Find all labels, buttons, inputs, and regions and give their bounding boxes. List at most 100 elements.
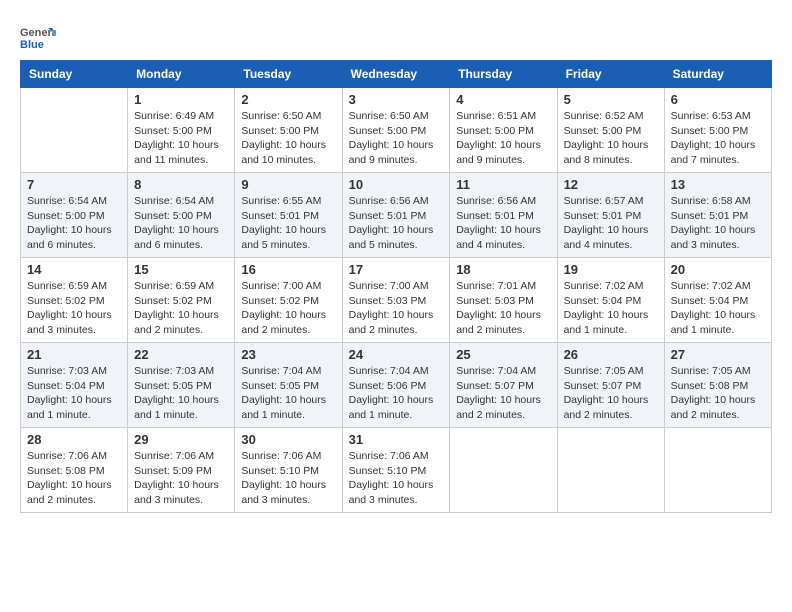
weekday-header-sunday: Sunday — [21, 61, 128, 88]
calendar-cell: 8 Sunrise: 6:54 AM Sunset: 5:00 PM Daylig… — [128, 173, 235, 258]
day-info: Sunrise: 6:50 AM Sunset: 5:00 PM Dayligh… — [241, 109, 335, 168]
day-number: 26 — [564, 347, 658, 362]
day-number: 25 — [456, 347, 550, 362]
weekday-header-row: SundayMondayTuesdayWednesdayThursdayFrid… — [21, 61, 772, 88]
day-number: 17 — [349, 262, 444, 277]
day-number: 7 — [27, 177, 121, 192]
weekday-header-thursday: Thursday — [450, 61, 557, 88]
calendar-cell — [450, 428, 557, 513]
calendar-cell — [21, 88, 128, 173]
day-number: 29 — [134, 432, 228, 447]
day-info: Sunrise: 6:54 AM Sunset: 5:00 PM Dayligh… — [134, 194, 228, 253]
calendar-cell: 4 Sunrise: 6:51 AM Sunset: 5:00 PM Daylig… — [450, 88, 557, 173]
weekday-header-friday: Friday — [557, 61, 664, 88]
day-info: Sunrise: 7:06 AM Sunset: 5:10 PM Dayligh… — [241, 449, 335, 508]
calendar-week-row: 21Sunrise: 7:03 AM Sunset: 5:04 PM Dayli… — [21, 343, 772, 428]
day-number: 16 — [241, 262, 335, 277]
day-number: 15 — [134, 262, 228, 277]
calendar-cell: 24 Sunrise: 7:04 AM Sunset: 5:06 PM Dayli… — [342, 343, 450, 428]
day-number: 28 — [27, 432, 121, 447]
day-info: Sunrise: 6:52 AM Sunset: 5:00 PM Dayligh… — [564, 109, 658, 168]
calendar-cell: 7 Sunrise: 6:54 AM Sunset: 5:00 PM Daylig… — [21, 173, 128, 258]
day-info: Sunrise: 7:00 AM Sunset: 5:02 PM Dayligh… — [241, 279, 335, 338]
calendar-cell: 5 Sunrise: 6:52 AM Sunset: 5:00 PM Daylig… — [557, 88, 664, 173]
calendar-cell: 26 Sunrise: 7:05 AM Sunset: 5:07 PM Dayli… — [557, 343, 664, 428]
day-number: 11 — [456, 177, 550, 192]
day-info: Sunrise: 6:53 AM Sunset: 5:00 PM Dayligh… — [671, 109, 765, 168]
day-info: Sunrise: 7:04 AM Sunset: 5:07 PM Dayligh… — [456, 364, 550, 423]
calendar-cell: 31 Sunrise: 7:06 AM Sunset: 5:10 PM Dayli… — [342, 428, 450, 513]
day-info: Sunrise: 6:58 AM Sunset: 5:01 PM Dayligh… — [671, 194, 765, 253]
calendar-week-row: 1Sunrise: 6:49 AM Sunset: 5:00 PM Daylig… — [21, 88, 772, 173]
day-number: 19 — [564, 262, 658, 277]
page-container: General Blue SundayMondayTuesdayWednesda… — [20, 20, 772, 513]
weekday-header-wednesday: Wednesday — [342, 61, 450, 88]
day-number: 9 — [241, 177, 335, 192]
day-number: 4 — [456, 92, 550, 107]
day-number: 12 — [564, 177, 658, 192]
day-number: 18 — [456, 262, 550, 277]
day-info: Sunrise: 7:05 AM Sunset: 5:08 PM Dayligh… — [671, 364, 765, 423]
day-info: Sunrise: 6:56 AM Sunset: 5:01 PM Dayligh… — [456, 194, 550, 253]
header: General Blue — [20, 20, 772, 56]
calendar-cell: 27 Sunrise: 7:05 AM Sunset: 5:08 PM Dayli… — [664, 343, 771, 428]
calendar-cell: 2 Sunrise: 6:50 AM Sunset: 5:00 PM Daylig… — [235, 88, 342, 173]
day-info: Sunrise: 7:06 AM Sunset: 5:10 PM Dayligh… — [349, 449, 444, 508]
day-number: 27 — [671, 347, 765, 362]
day-number: 5 — [564, 92, 658, 107]
day-info: Sunrise: 6:59 AM Sunset: 5:02 PM Dayligh… — [27, 279, 121, 338]
day-number: 2 — [241, 92, 335, 107]
day-info: Sunrise: 6:56 AM Sunset: 5:01 PM Dayligh… — [349, 194, 444, 253]
day-number: 14 — [27, 262, 121, 277]
calendar-cell: 1Sunrise: 6:49 AM Sunset: 5:00 PM Daylig… — [128, 88, 235, 173]
calendar-week-row: 7 Sunrise: 6:54 AM Sunset: 5:00 PM Daylig… — [21, 173, 772, 258]
day-info: Sunrise: 7:04 AM Sunset: 5:05 PM Dayligh… — [241, 364, 335, 423]
day-number: 31 — [349, 432, 444, 447]
day-number: 3 — [349, 92, 444, 107]
calendar-table: SundayMondayTuesdayWednesdayThursdayFrid… — [20, 60, 772, 513]
logo: General Blue — [20, 20, 60, 56]
calendar-cell: 30Sunrise: 7:06 AM Sunset: 5:10 PM Dayli… — [235, 428, 342, 513]
calendar-cell: 11 Sunrise: 6:56 AM Sunset: 5:01 PM Dayli… — [450, 173, 557, 258]
day-info: Sunrise: 6:49 AM Sunset: 5:00 PM Dayligh… — [134, 109, 228, 168]
svg-text:Blue: Blue — [20, 39, 44, 51]
day-number: 23 — [241, 347, 335, 362]
day-number: 24 — [349, 347, 444, 362]
day-info: Sunrise: 7:02 AM Sunset: 5:04 PM Dayligh… — [671, 279, 765, 338]
calendar-cell: 28 Sunrise: 7:06 AM Sunset: 5:08 PM Dayli… — [21, 428, 128, 513]
day-number: 13 — [671, 177, 765, 192]
calendar-cell: 29Sunrise: 7:06 AM Sunset: 5:09 PM Dayli… — [128, 428, 235, 513]
day-info: Sunrise: 7:04 AM Sunset: 5:06 PM Dayligh… — [349, 364, 444, 423]
day-number: 8 — [134, 177, 228, 192]
calendar-cell: 17Sunrise: 7:00 AM Sunset: 5:03 PM Dayli… — [342, 258, 450, 343]
weekday-header-tuesday: Tuesday — [235, 61, 342, 88]
day-info: Sunrise: 7:06 AM Sunset: 5:08 PM Dayligh… — [27, 449, 121, 508]
calendar-cell: 10Sunrise: 6:56 AM Sunset: 5:01 PM Dayli… — [342, 173, 450, 258]
day-number: 20 — [671, 262, 765, 277]
weekday-header-monday: Monday — [128, 61, 235, 88]
day-info: Sunrise: 6:50 AM Sunset: 5:00 PM Dayligh… — [349, 109, 444, 168]
day-info: Sunrise: 7:02 AM Sunset: 5:04 PM Dayligh… — [564, 279, 658, 338]
calendar-cell: 6Sunrise: 6:53 AM Sunset: 5:00 PM Daylig… — [664, 88, 771, 173]
day-info: Sunrise: 7:05 AM Sunset: 5:07 PM Dayligh… — [564, 364, 658, 423]
calendar-cell: 14 Sunrise: 6:59 AM Sunset: 5:02 PM Dayli… — [21, 258, 128, 343]
weekday-header-saturday: Saturday — [664, 61, 771, 88]
calendar-cell: 13 Sunrise: 6:58 AM Sunset: 5:01 PM Dayli… — [664, 173, 771, 258]
day-info: Sunrise: 6:59 AM Sunset: 5:02 PM Dayligh… — [134, 279, 228, 338]
calendar-cell: 19 Sunrise: 7:02 AM Sunset: 5:04 PM Dayli… — [557, 258, 664, 343]
day-info: Sunrise: 6:55 AM Sunset: 5:01 PM Dayligh… — [241, 194, 335, 253]
day-info: Sunrise: 6:51 AM Sunset: 5:00 PM Dayligh… — [456, 109, 550, 168]
calendar-cell: 16 Sunrise: 7:00 AM Sunset: 5:02 PM Dayli… — [235, 258, 342, 343]
calendar-cell: 20 Sunrise: 7:02 AM Sunset: 5:04 PM Dayli… — [664, 258, 771, 343]
calendar-cell: 21Sunrise: 7:03 AM Sunset: 5:04 PM Dayli… — [21, 343, 128, 428]
calendar-cell: 15 Sunrise: 6:59 AM Sunset: 5:02 PM Dayli… — [128, 258, 235, 343]
calendar-cell — [664, 428, 771, 513]
calendar-cell: 22Sunrise: 7:03 AM Sunset: 5:05 PM Dayli… — [128, 343, 235, 428]
calendar-cell: 18Sunrise: 7:01 AM Sunset: 5:03 PM Dayli… — [450, 258, 557, 343]
calendar-cell: 25 Sunrise: 7:04 AM Sunset: 5:07 PM Dayli… — [450, 343, 557, 428]
calendar-week-row: 28 Sunrise: 7:06 AM Sunset: 5:08 PM Dayli… — [21, 428, 772, 513]
day-info: Sunrise: 6:54 AM Sunset: 5:00 PM Dayligh… — [27, 194, 121, 253]
day-info: Sunrise: 6:57 AM Sunset: 5:01 PM Dayligh… — [564, 194, 658, 253]
calendar-week-row: 14 Sunrise: 6:59 AM Sunset: 5:02 PM Dayli… — [21, 258, 772, 343]
day-number: 21 — [27, 347, 121, 362]
